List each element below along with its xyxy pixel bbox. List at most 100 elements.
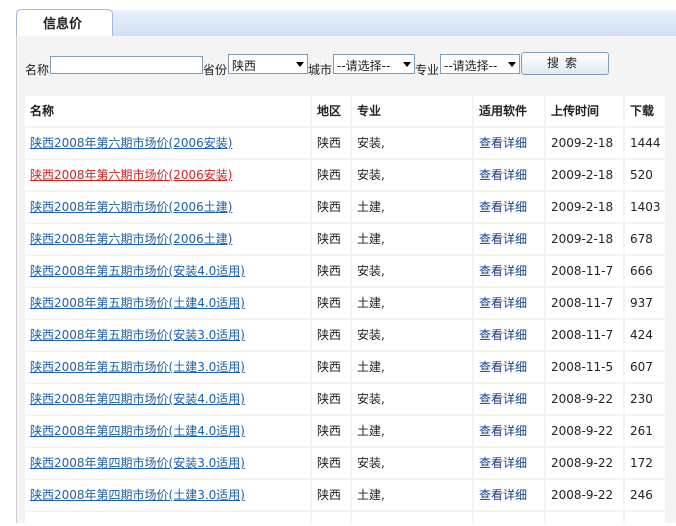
row-major: 土建, — [352, 192, 472, 222]
row-software-cell: 查看详细 — [474, 128, 544, 158]
view-detail-link[interactable]: 查看详细 — [479, 456, 527, 470]
row-major: 安装, — [352, 448, 472, 478]
price-name-link[interactable]: 陕西2008年第四期市场价(安装4.0适用) — [30, 392, 245, 406]
row-software-cell: 查看详细 — [474, 288, 544, 318]
row-region: 陕西 — [312, 160, 350, 190]
view-detail-link[interactable]: 查看详细 — [479, 392, 527, 406]
search-bar: 名称 省份 陕西 城市 --请选择-- 专业 --请选择-- 搜索 — [25, 52, 665, 80]
row-major: 土建, — [352, 416, 472, 446]
table-body: 陕西2008年第六期市场价(2006安装) 陕西 安装, 查看详细 2009-2-18 1… — [25, 128, 665, 526]
row-downloads: 246 — [625, 480, 665, 510]
row-major: 安装, — [352, 320, 472, 350]
tab-info-price[interactable]: 信息价 — [16, 9, 113, 37]
price-name-link[interactable]: 陕西2008年第五期市场价(土建3.0适用) — [30, 360, 245, 374]
price-name-link[interactable]: 陕西2008年第五期市场价(土建4.0适用) — [30, 296, 245, 310]
province-select[interactable]: 陕西 — [228, 54, 308, 74]
row-downloads: 1403 — [625, 192, 665, 222]
price-name-link[interactable]: 陕西2008年第六期市场价(2006安装) — [30, 168, 232, 182]
row-software-cell: 查看详细 — [474, 352, 544, 382]
tab-bar — [16, 10, 676, 37]
price-name-link[interactable]: 陕西2008年第四期市场价(安装3.0适用) — [30, 456, 245, 470]
row-upload-date: 2009-2-18 — [546, 224, 623, 254]
row-name-cell: 陕西2008年第六期市场价(2006土建) — [25, 192, 310, 222]
row-upload-date: 2008-9-22 — [546, 448, 623, 478]
price-name-link[interactable]: 陕西2008年第六期市场价(2006土建) — [30, 200, 232, 214]
row-downloads: 261 — [625, 416, 665, 446]
row-region: 陕西 — [312, 384, 350, 414]
chevron-down-icon — [508, 62, 516, 67]
price-name-link[interactable]: 陕西2008年第四期市场价(土建3.0适用) — [30, 488, 245, 502]
major-select[interactable]: --请选择-- — [440, 54, 520, 74]
price-name-link[interactable]: 陕西2008年第六期市场价(2006土建) — [30, 232, 232, 246]
row-upload-date — [546, 512, 623, 526]
header-downloads: 下载 — [625, 96, 665, 126]
name-label: 名称 — [25, 63, 50, 77]
table-row: 陕西2008年第六期市场价(2006土建) 陕西 土建, 查看详细 2009-2-18 6… — [25, 224, 665, 256]
header-name: 名称 — [25, 96, 310, 126]
view-detail-link[interactable]: 查看详细 — [479, 264, 527, 278]
row-major: 安装, — [352, 256, 472, 286]
row-region: 陕西 — [312, 448, 350, 478]
row-major: 土建, — [352, 288, 472, 318]
table-row: 陕西2008年第六期市场价(2006安装) 陕西 安装, 查看详细 2009-2-18 1… — [25, 128, 665, 160]
view-detail-link[interactable]: 查看详细 — [479, 136, 527, 150]
row-upload-date: 2008-9-22 — [546, 384, 623, 414]
row-region: 陕西 — [312, 352, 350, 382]
row-name-cell: 陕西2008年第五期市场价(土建4.0适用) — [25, 288, 310, 318]
city-label: 城市 — [308, 63, 333, 77]
price-name-link[interactable]: 陕西2008年第四期市场价(土建4.0适用) — [30, 424, 245, 438]
row-major: 土建, — [352, 352, 472, 382]
province-label: 省份 — [203, 63, 228, 77]
city-value: --请选择-- — [337, 59, 391, 73]
row-software-cell: 查看详细 — [474, 480, 544, 510]
row-name-cell: 陕西2008年第四期市场价(安装4.0适用) — [25, 384, 310, 414]
row-software-cell: 查看详细 — [474, 320, 544, 350]
view-detail-link[interactable]: 查看详细 — [479, 168, 527, 182]
row-name-cell: 陕西2008年第六期市场价(2006安装) — [25, 128, 310, 158]
view-detail-link[interactable]: 查看详细 — [479, 360, 527, 374]
row-software-cell — [474, 512, 544, 526]
row-major: 安装, — [352, 128, 472, 158]
tab-label: 信息价 — [43, 17, 83, 32]
view-detail-link[interactable]: 查看详细 — [479, 200, 527, 214]
row-downloads: 230 — [625, 384, 665, 414]
row-upload-date: 2008-11-7 — [546, 320, 623, 350]
table-row: 陕西2008年第四期市场价(安装4.0适用) 陕西 安装, 查看详细 2008-9-22… — [25, 384, 665, 416]
row-upload-date: 2008-9-22 — [546, 480, 623, 510]
chevron-down-icon — [296, 62, 304, 67]
row-software-cell: 查看详细 — [474, 384, 544, 414]
row-major: 安装, — [352, 384, 472, 414]
table-row: 陕西2008年第五期市场价(土建3.0适用) 陕西 土建, 查看详细 2008-11-5… — [25, 352, 665, 384]
row-downloads: 520 — [625, 160, 665, 190]
row-major — [352, 512, 472, 526]
header-upload-time: 上传时间 — [546, 96, 623, 126]
table-row: 陕西2008年第五期市场价(土建4.0适用) 陕西 土建, 查看详细 2008-11-7… — [25, 288, 665, 320]
table-row: 陕西2008年第四期市场价(土建3.0适用) 陕西 土建, 查看详细 2008-9-22… — [25, 480, 665, 512]
view-detail-link[interactable]: 查看详细 — [479, 328, 527, 342]
row-upload-date: 2008-9-22 — [546, 416, 623, 446]
view-detail-link[interactable]: 查看详细 — [479, 232, 527, 246]
city-select[interactable]: --请选择-- — [333, 54, 415, 74]
row-downloads: 424 — [625, 320, 665, 350]
price-name-link[interactable]: 陕西2008年第六期市场价(2006安装) — [30, 136, 232, 150]
search-button[interactable]: 搜索 — [521, 52, 609, 75]
row-region: 陕西 — [312, 288, 350, 318]
view-detail-link[interactable]: 查看详细 — [479, 424, 527, 438]
major-label: 专业 — [415, 63, 440, 77]
price-name-link[interactable]: 陕西2008年第五期市场价(安装4.0适用) — [30, 264, 245, 278]
price-table: 名称 地区 专业 适用软件 上传时间 下载 陕西2008年第六期市场价(2006… — [25, 96, 665, 526]
view-detail-link[interactable]: 查看详细 — [479, 296, 527, 310]
row-name-cell: 陕西2008年第五期市场价(土建3.0适用) — [25, 352, 310, 382]
row-software-cell: 查看详细 — [474, 160, 544, 190]
row-region: 陕西 — [312, 224, 350, 254]
view-detail-link[interactable]: 查看详细 — [479, 488, 527, 502]
row-software-cell: 查看详细 — [474, 192, 544, 222]
row-region: 陕西 — [312, 128, 350, 158]
row-downloads: 666 — [625, 256, 665, 286]
row-name-cell — [25, 512, 310, 526]
row-upload-date: 2009-2-18 — [546, 192, 623, 222]
row-region — [312, 512, 350, 526]
name-search-input[interactable] — [50, 56, 203, 74]
row-downloads: 1444 — [625, 128, 665, 158]
price-name-link[interactable]: 陕西2008年第五期市场价(安装3.0适用) — [30, 328, 245, 342]
